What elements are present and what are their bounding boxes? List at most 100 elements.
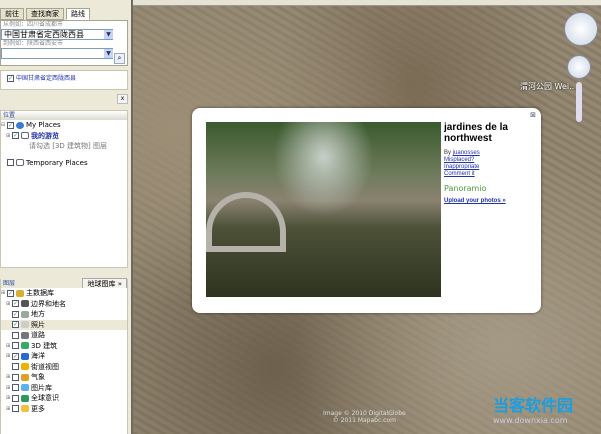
- from-hint: 从例如：四川省成都市: [3, 21, 64, 28]
- checkbox[interactable]: [12, 405, 19, 413]
- item-label: Temporary Places: [26, 158, 88, 167]
- search-result[interactable]: ✓ 中国甘肃省定西陇西县: [0, 70, 128, 90]
- copyright-line: Image © 2010 DigitalGlobe: [323, 410, 406, 417]
- layer-item[interactable]: ⊞ ✓ 边界和地名: [1, 299, 127, 310]
- layer-label: 边界和地名: [31, 299, 66, 308]
- layer-item[interactable]: ✓ 照片: [1, 319, 127, 330]
- layer-icon: [21, 300, 29, 308]
- misplaced-link[interactable]: Misplaced?: [444, 157, 536, 164]
- globe-icon: [16, 121, 24, 129]
- watermark-text: 当客软件园: [493, 396, 574, 415]
- sidebar: 前往 查找商家 路线 从例如：四川省成都市 中国甘肃省定西陇西县 ▼ 到例如：陕西…: [0, 0, 133, 434]
- copyright: Image © 2010 DigitalGlobe © 2011 Mapabc.c…: [323, 410, 406, 424]
- photo-balloon: ⊠ jardines de la northwest By juanosses …: [192, 108, 541, 313]
- layer-icon: [16, 289, 24, 297]
- layers-header[interactable]: 图层: [1, 279, 127, 288]
- layer-item[interactable]: ✓ 地方: [1, 309, 127, 320]
- tab-find-business[interactable]: 查找商家: [26, 8, 64, 20]
- layer-icon: [21, 352, 29, 360]
- layer-label: 主数据库: [26, 289, 54, 297]
- checkbox[interactable]: ✓: [12, 310, 19, 318]
- photo-info: jardines de la northwest By juanosses Mi…: [444, 122, 536, 205]
- places-panel: 位置 ⊟ ✓ My Places ⊞ ✓ 我的游览 请勾选 [3D 建筑物] 图层 Te…: [0, 110, 128, 268]
- checkbox[interactable]: ✓: [12, 300, 19, 308]
- close-icon[interactable]: ⊠: [530, 111, 536, 119]
- tree-item-temporary-places[interactable]: Temporary Places: [1, 158, 127, 169]
- checkbox[interactable]: ✓: [12, 321, 19, 329]
- layer-label: 3D 建筑: [31, 341, 58, 350]
- panoramio-logo[interactable]: Panoramio: [444, 184, 536, 193]
- layer-item[interactable]: ⊞ 图片库: [1, 383, 127, 394]
- checkbox[interactable]: [12, 342, 19, 350]
- look-navigation-icon[interactable]: [564, 12, 598, 46]
- layer-item[interactable]: 道路: [1, 330, 127, 341]
- checkbox[interactable]: [12, 331, 19, 339]
- layer-icon: [21, 394, 29, 402]
- layer-icon: [21, 405, 29, 413]
- copyright-line: © 2011 Mapabc.com: [332, 417, 396, 424]
- checkbox[interactable]: ✓: [12, 352, 19, 360]
- tab-fly-to[interactable]: 前往: [0, 8, 24, 20]
- toolbar: [133, 0, 601, 6]
- layer-label: 街道视图: [31, 362, 59, 371]
- expand-icon[interactable]: ⊞: [6, 341, 11, 352]
- expand-icon[interactable]: ⊞: [6, 299, 11, 310]
- from-input[interactable]: 中国甘肃省定西陇西县 ▼: [1, 29, 113, 40]
- expand-icon[interactable]: ⊞: [6, 372, 11, 383]
- item-label: My Places: [26, 121, 61, 129]
- chevron-down-icon[interactable]: ▼: [104, 49, 113, 58]
- layer-item[interactable]: ⊞ 全球意识: [1, 393, 127, 404]
- layer-item[interactable]: ⊞ ✓ 主数据库: [1, 288, 127, 299]
- tree-item-tour[interactable]: ⊞ ✓ 我的游览: [1, 131, 127, 142]
- expand-icon[interactable]: ⊞: [6, 383, 11, 394]
- expand-icon[interactable]: ⊞: [6, 351, 11, 362]
- to-input[interactable]: ▼: [1, 48, 113, 59]
- chevron-down-icon[interactable]: ▼: [104, 30, 113, 39]
- to-hint: 到例如：陕西省西安市: [3, 40, 64, 47]
- layer-icon: [21, 321, 29, 329]
- directions-panel: 从例如：四川省成都市 中国甘肃省定西陇西县 ▼ 到例如：陕西省西安市 ▼ ⌕: [0, 20, 128, 66]
- layer-item[interactable]: ⊞ 3D 建筑: [1, 341, 127, 352]
- tree-item-my-places[interactable]: ⊟ ✓ My Places: [1, 120, 127, 131]
- expand-icon[interactable]: ⊞: [6, 404, 11, 415]
- places-header[interactable]: 位置: [1, 111, 127, 120]
- zoom-slider[interactable]: [576, 82, 582, 122]
- layer-icon: [21, 363, 29, 371]
- checkbox[interactable]: ✓: [7, 75, 14, 82]
- layer-icon: [21, 373, 29, 381]
- checkbox[interactable]: [12, 384, 19, 392]
- layer-item[interactable]: ⊞ 更多: [1, 404, 127, 415]
- layer-icon: [21, 331, 29, 339]
- item-label: 我的游览: [31, 131, 59, 140]
- upload-link[interactable]: Upload your photos »: [444, 198, 536, 205]
- author-link[interactable]: juanosses: [453, 150, 480, 156]
- folder-icon: [21, 132, 29, 140]
- layer-label: 图片库: [31, 383, 52, 392]
- search-icon[interactable]: ⌕: [114, 53, 125, 64]
- layer-icon: [21, 310, 29, 318]
- watermark-url: www.downxia.com: [493, 416, 568, 425]
- checkbox[interactable]: ✓: [7, 289, 14, 297]
- tab-directions[interactable]: 路线: [66, 8, 90, 20]
- layer-label: 海洋: [31, 352, 45, 360]
- layer-item[interactable]: 街道视图: [1, 362, 127, 373]
- expand-icon[interactable]: ⊞: [6, 393, 11, 404]
- from-value: 中国甘肃省定西陇西县: [4, 30, 84, 39]
- inappropriate-link[interactable]: Inappropriate: [444, 164, 536, 171]
- place-label[interactable]: 渭河公园 Wei..: [520, 81, 574, 92]
- author-line: By juanosses: [444, 150, 536, 157]
- layer-label: 地方: [31, 310, 45, 318]
- comment-link[interactable]: Comment it: [444, 171, 536, 178]
- layer-item[interactable]: ⊞ ✓ 海洋: [1, 351, 127, 362]
- expand-icon[interactable]: ⊞: [1, 288, 6, 299]
- layer-label: 照片: [31, 320, 45, 329]
- layer-label: 更多: [31, 404, 45, 413]
- photo[interactable]: [206, 122, 441, 297]
- checkbox[interactable]: [12, 363, 19, 371]
- checkbox[interactable]: [12, 373, 19, 381]
- layer-item[interactable]: ⊞ 气象: [1, 372, 127, 383]
- close-icon[interactable]: x: [117, 94, 128, 104]
- layer-label: 道路: [31, 331, 45, 339]
- checkbox[interactable]: [12, 394, 19, 402]
- move-navigation-icon[interactable]: [567, 55, 591, 79]
